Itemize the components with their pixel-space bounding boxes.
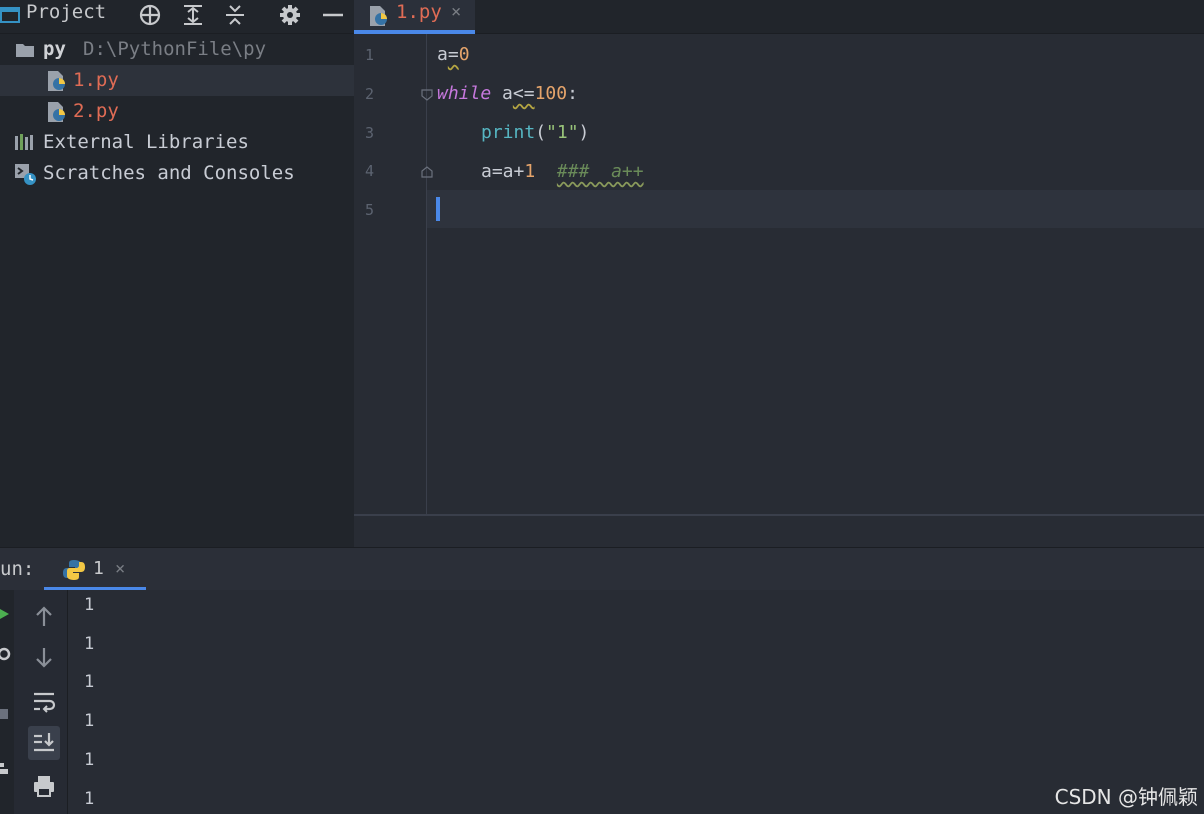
tree-item-external-libraries[interactable]: External Libraries — [0, 127, 354, 158]
run-panel-header: un: 1 × — [0, 547, 1204, 591]
rerun-icon[interactable] — [0, 606, 10, 625]
root-folder-path: D:\PythonFile\py — [83, 38, 267, 60]
console-line: 1 — [84, 750, 95, 770]
locate-target-icon[interactable] — [137, 2, 163, 28]
text-caret — [436, 197, 440, 221]
python-file-icon — [46, 70, 68, 92]
tab-label: 1.py — [396, 1, 442, 23]
project-panel-title[interactable]: Project — [26, 1, 106, 23]
console-line: 1 — [84, 672, 95, 692]
layout-icon[interactable] — [0, 760, 10, 779]
run-left-toolbar — [0, 590, 14, 814]
arrow-down-icon[interactable] — [30, 644, 58, 672]
console-line: 1 — [84, 711, 95, 731]
tree-item-label: Scratches and Consoles — [43, 162, 295, 184]
run-tab-1[interactable]: 1 × — [44, 548, 146, 591]
expand-all-icon[interactable] — [180, 2, 206, 28]
tree-item-label: External Libraries — [43, 131, 249, 153]
scroll-to-end-icon[interactable] — [28, 726, 60, 760]
run-console-output[interactable]: 1 1 1 1 1 1 — [68, 590, 1204, 814]
folder-icon — [14, 39, 36, 61]
print-icon[interactable] — [30, 772, 58, 800]
tree-item-scratches[interactable]: Scratches and Consoles — [0, 158, 354, 189]
project-panel-header: Project — [0, 0, 354, 34]
file-name: 2.py — [73, 100, 119, 122]
line-number: 2 — [364, 85, 374, 103]
run-tool-strip — [14, 590, 68, 814]
stop-icon[interactable] — [0, 706, 10, 725]
code-editor[interactable]: 1 2 3 4 5 a=0 while a<=100: print("1") a… — [354, 34, 1204, 514]
tab-1py[interactable]: 1.py × — [354, 0, 475, 34]
editor-tab-bar: 1.py × — [354, 0, 1204, 34]
line-gutter: 1 2 3 4 5 — [354, 34, 427, 514]
arrow-up-icon[interactable] — [30, 602, 58, 630]
close-icon[interactable]: × — [115, 559, 125, 579]
wrench-icon[interactable] — [0, 646, 12, 665]
watermark: CSDN @钟佩颖 — [1054, 785, 1198, 809]
line-number: 4 — [364, 162, 374, 180]
fold-marker-icon[interactable] — [420, 87, 434, 101]
fold-end-icon[interactable] — [420, 164, 434, 178]
run-tab-label: 1 — [93, 558, 104, 579]
soft-wrap-icon[interactable] — [30, 688, 58, 716]
code-line-3: print("1") — [481, 122, 590, 143]
file-name: 1.py — [73, 69, 119, 91]
project-window-icon — [0, 6, 20, 24]
code-line-1: a=0 — [437, 44, 470, 65]
line-number: 1 — [364, 46, 374, 64]
current-line-highlight — [354, 190, 1204, 228]
python-icon — [62, 558, 86, 582]
project-tree: py D:\PythonFile\py 1.py 2.py External L… — [0, 34, 354, 547]
python-file-icon — [46, 101, 68, 123]
python-file-icon — [368, 5, 390, 27]
run-panel-title: un: — [0, 558, 35, 580]
console-line: 1 — [84, 789, 95, 809]
minimize-icon[interactable] — [320, 2, 346, 28]
root-folder-name: py — [43, 38, 66, 60]
code-line-4: a=a+1 ### a++ — [481, 161, 644, 182]
tree-item-2py[interactable]: 2.py — [0, 96, 354, 127]
line-number: 5 — [364, 201, 374, 219]
close-icon[interactable]: × — [451, 2, 461, 22]
code-line-2: while a<=100: — [437, 83, 578, 104]
tree-item-py-root[interactable]: py D:\PythonFile\py — [0, 34, 354, 65]
library-icon — [14, 132, 36, 154]
console-line: 1 — [84, 595, 95, 615]
console-line: 1 — [84, 634, 95, 654]
tree-item-1py[interactable]: 1.py — [0, 65, 354, 96]
collapse-all-icon[interactable] — [222, 2, 248, 28]
editor-bottom-area — [354, 514, 1204, 547]
scratches-icon — [14, 163, 36, 185]
gear-icon[interactable] — [277, 2, 303, 28]
line-number: 3 — [364, 124, 374, 142]
